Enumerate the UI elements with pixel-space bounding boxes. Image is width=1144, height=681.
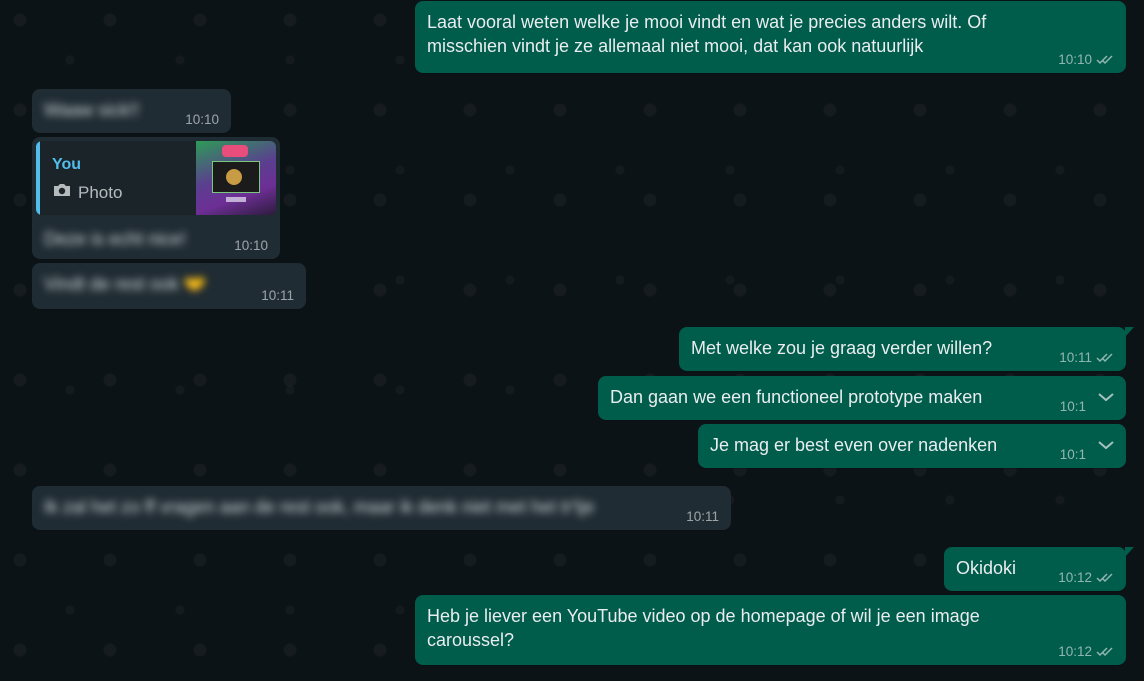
message-text: Heb je liever een YouTube video op de ho…	[427, 606, 980, 650]
double-check-icon	[1096, 352, 1114, 363]
message-bubble-incoming[interactable]: Vindt de rest ook 🤝 10:11	[32, 263, 306, 309]
message-time: 10:1	[1059, 447, 1086, 462]
message-meta: 10:11	[1059, 350, 1114, 365]
message-list[interactable]: Laat vooral weten welke je mooi vindt en…	[0, 0, 1144, 681]
double-check-icon	[1096, 572, 1114, 583]
message-time: 10:12	[1058, 570, 1092, 585]
message-meta: 10:10	[234, 238, 268, 253]
message-time: 10:10	[185, 112, 219, 127]
message-time: 10:12	[1058, 644, 1092, 659]
message-meta: 10:12	[1058, 644, 1114, 659]
message-meta: 10:12	[1058, 570, 1114, 585]
message-time: 10:11	[261, 288, 294, 303]
message-bubble-outgoing[interactable]: Met welke zou je graag verder willen? 10…	[679, 327, 1134, 371]
message-time: 10:11	[686, 509, 719, 524]
message-meta: 10:11	[261, 288, 294, 303]
quote-kind-label: Photo	[78, 183, 123, 202]
quote-accent-bar	[36, 141, 40, 215]
message-time: 10:1	[1059, 399, 1086, 414]
message-text-blurred: Vindt de rest ook 🤝	[44, 274, 207, 294]
quote-kind: Photo	[52, 181, 122, 205]
message-bubble-outgoing[interactable]: Dan gaan we een functioneel prototype ma…	[598, 376, 1126, 420]
message-time: 10:10	[234, 238, 268, 253]
message-meta: 10:11	[686, 509, 719, 524]
message-bubble-outgoing[interactable]: Okidoki 10:12	[944, 547, 1134, 591]
message-bubble-outgoing[interactable]: Heb je liever een YouTube video op de ho…	[415, 595, 1126, 665]
chevron-down-icon[interactable]	[1096, 386, 1116, 402]
message-bubble-outgoing[interactable]: Je mag er best even over nadenken 10:1	[698, 424, 1126, 468]
message-bubble-outgoing[interactable]: Laat vooral weten welke je mooi vindt en…	[415, 1, 1126, 73]
message-bubble-incoming-reply[interactable]: You Photo Deze is echt nice! 10:10	[32, 137, 280, 259]
message-text: Met welke zou je graag verder willen?	[691, 338, 993, 358]
double-check-icon	[1096, 54, 1114, 65]
message-meta: 10:10	[185, 112, 219, 127]
camera-icon	[52, 181, 72, 205]
quoted-message[interactable]: You Photo	[36, 141, 276, 215]
message-text: Laat vooral weten welke je mooi vindt en…	[427, 12, 987, 56]
message-text: Je mag er best even over nadenken	[710, 435, 998, 455]
message-bubble-incoming[interactable]: Waaw sick!! 10:10	[32, 89, 231, 133]
double-check-icon	[1096, 646, 1114, 657]
message-time: 10:11	[1059, 350, 1092, 365]
quote-author: You	[52, 156, 82, 173]
chevron-down-icon[interactable]	[1096, 434, 1116, 450]
message-text-blurred: Ik zal het zo ff vragen aan de rest ook,…	[44, 497, 595, 517]
message-meta: 10:10	[1058, 52, 1114, 67]
message-text: Dan gaan we een functioneel prototype ma…	[610, 387, 983, 407]
message-meta: 10:1	[1060, 399, 1086, 414]
message-time: 10:10	[1058, 52, 1092, 67]
message-meta: 10:1	[1060, 447, 1086, 462]
quoted-photo-thumbnail	[196, 141, 276, 215]
message-bubble-incoming[interactable]: Ik zal het zo ff vragen aan de rest ook,…	[32, 486, 731, 530]
